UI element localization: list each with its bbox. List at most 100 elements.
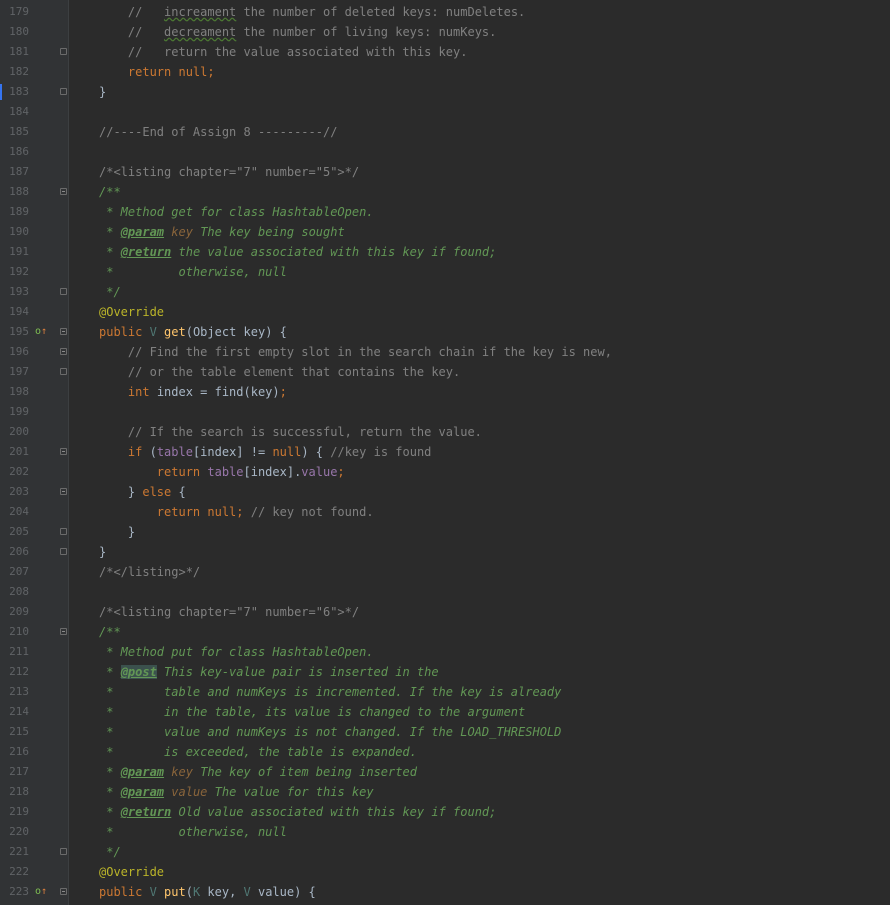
code-text[interactable]: * value and numKeys is not changed. If t… <box>99 722 561 742</box>
code-line[interactable]: 196 // Find the first empty slot in the … <box>0 342 890 362</box>
code-text[interactable]: } else { <box>99 482 186 502</box>
code-text[interactable]: * table and numKeys is incremented. If t… <box>99 682 561 702</box>
code-text[interactable]: * otherwise, null <box>99 822 287 842</box>
code-line[interactable]: 218 * @param value The value for this ke… <box>0 782 890 802</box>
code-line[interactable]: 211 * Method put for class HashtableOpen… <box>0 642 890 662</box>
code-text[interactable]: return table[index].value; <box>99 462 345 482</box>
code-text[interactable]: * @param key The key being sought <box>99 222 344 242</box>
code-text[interactable]: @Override <box>99 302 164 322</box>
code-text[interactable]: @Override <box>99 862 164 882</box>
fold-end-icon[interactable] <box>60 48 67 55</box>
code-text[interactable]: * @param key The key of item being inser… <box>99 762 417 782</box>
code-line[interactable]: 214 * in the table, its value is changed… <box>0 702 890 722</box>
code-text[interactable]: /*</listing>*/ <box>99 562 200 582</box>
code-text[interactable]: // or the table element that contains th… <box>99 362 460 382</box>
code-line[interactable]: 209 /*<listing chapter="7" number="6">*/ <box>0 602 890 622</box>
code-line[interactable]: 180 // decreament the number of living k… <box>0 22 890 42</box>
code-text[interactable]: } <box>99 522 135 542</box>
fold-collapse-icon[interactable] <box>60 628 67 635</box>
fold-collapse-icon[interactable] <box>60 328 67 335</box>
code-line[interactable]: 189 * Method get for class HashtableOpen… <box>0 202 890 222</box>
fold-collapse-icon[interactable] <box>60 448 67 455</box>
code-text[interactable]: // If the search is successful, return t… <box>99 422 482 442</box>
code-text[interactable]: public V put(K key, V value) { <box>99 882 316 902</box>
code-line[interactable]: 208 <box>0 582 890 602</box>
fold-end-icon[interactable] <box>60 368 67 375</box>
code-line[interactable]: 206} <box>0 542 890 562</box>
code-text[interactable]: // return the value associated with this… <box>99 42 468 62</box>
code-line[interactable]: 223 o↑ public V put(K key, V value) { <box>0 882 890 902</box>
code-text[interactable]: public V get(Object key) { <box>99 322 287 342</box>
code-text[interactable]: } <box>99 542 106 562</box>
code-text[interactable]: int index = find(key); <box>99 382 287 402</box>
code-line[interactable]: 221 */ <box>0 842 890 862</box>
code-line[interactable]: 187 /*<listing chapter="7" number="5">*/ <box>0 162 890 182</box>
fold-end-icon[interactable] <box>60 88 67 95</box>
code-text[interactable]: * @return the value associated with this… <box>99 242 496 262</box>
code-line[interactable]: 184 <box>0 102 890 122</box>
code-text[interactable]: return null; // key not found. <box>99 502 374 522</box>
code-text[interactable]: * @post This key-value pair is inserted … <box>99 662 439 682</box>
code-text[interactable]: /** <box>99 622 121 642</box>
code-text[interactable]: * Method put for class HashtableOpen. <box>99 642 373 662</box>
code-text[interactable]: */ <box>99 282 120 302</box>
code-line[interactable]: 213 * table and numKeys is incremented. … <box>0 682 890 702</box>
code-text[interactable]: } <box>99 82 106 102</box>
code-lines[interactable]: 179 // increament the number of deleted … <box>0 2 890 902</box>
code-line[interactable]: 207 /*</listing>*/ <box>0 562 890 582</box>
code-line[interactable]: 194 @Override <box>0 302 890 322</box>
code-line[interactable]: 182 return null; <box>0 62 890 82</box>
code-text[interactable]: * is exceeded, the table is expanded. <box>99 742 417 762</box>
code-line[interactable]: 183} <box>0 82 890 102</box>
code-line[interactable]: 201 if (table[index] != null) { //key is… <box>0 442 890 462</box>
code-text[interactable]: * otherwise, null <box>99 262 287 282</box>
code-line[interactable]: 191 * @return the value associated with … <box>0 242 890 262</box>
code-line[interactable]: 193 */ <box>0 282 890 302</box>
code-line[interactable]: 197 // or the table element that contain… <box>0 362 890 382</box>
code-line[interactable]: 190 * @param key The key being sought <box>0 222 890 242</box>
fold-end-icon[interactable] <box>60 288 67 295</box>
code-text[interactable]: /*<listing chapter="7" number="6">*/ <box>99 602 359 622</box>
code-line[interactable]: 195 o↑ public V get(Object key) { <box>0 322 890 342</box>
code-line[interactable]: 219 * @return Old value associated with … <box>0 802 890 822</box>
fold-end-icon[interactable] <box>60 548 67 555</box>
code-line[interactable]: 220 * otherwise, null <box>0 822 890 842</box>
code-line[interactable]: 212 * @post This key-value pair is inser… <box>0 662 890 682</box>
code-text[interactable]: * Method get for class HashtableOpen. <box>99 202 373 222</box>
code-line[interactable]: 203 } else { <box>0 482 890 502</box>
override-method-icon[interactable]: o↑ <box>34 882 48 902</box>
fold-collapse-icon[interactable] <box>60 888 67 895</box>
fold-collapse-icon[interactable] <box>60 188 67 195</box>
code-line[interactable]: 198 int index = find(key); <box>0 382 890 402</box>
override-method-icon[interactable]: o↑ <box>34 322 48 342</box>
fold-end-icon[interactable] <box>60 848 67 855</box>
code-line[interactable]: 217 * @param key The key of item being i… <box>0 762 890 782</box>
code-text[interactable]: * @param value The value for this key <box>99 782 373 802</box>
code-line[interactable]: 188 /** <box>0 182 890 202</box>
code-line[interactable]: 179 // increament the number of deleted … <box>0 2 890 22</box>
code-line[interactable]: 205 } <box>0 522 890 542</box>
fold-collapse-icon[interactable] <box>60 488 67 495</box>
code-text[interactable]: //----End of Assign 8 ---------// <box>99 122 337 142</box>
code-text[interactable]: // decreament the number of living keys:… <box>99 22 496 42</box>
code-text[interactable]: /** <box>99 182 121 202</box>
code-line[interactable]: 186 <box>0 142 890 162</box>
code-line[interactable]: 202 return table[index].value; <box>0 462 890 482</box>
code-editor[interactable]: 179 // increament the number of deleted … <box>0 0 890 905</box>
code-line[interactable]: 192 * otherwise, null <box>0 262 890 282</box>
code-line[interactable]: 204 return null; // key not found. <box>0 502 890 522</box>
code-text[interactable]: /*<listing chapter="7" number="5">*/ <box>99 162 359 182</box>
code-line[interactable]: 216 * is exceeded, the table is expanded… <box>0 742 890 762</box>
code-text[interactable]: // increament the number of deleted keys… <box>99 2 525 22</box>
code-line[interactable]: 215 * value and numKeys is not changed. … <box>0 722 890 742</box>
code-line[interactable]: 185 //----End of Assign 8 ---------// <box>0 122 890 142</box>
code-text[interactable]: if (table[index] != null) { //key is fou… <box>99 442 432 462</box>
code-text[interactable]: */ <box>99 842 120 862</box>
code-text[interactable]: // Find the first empty slot in the sear… <box>99 342 612 362</box>
code-line[interactable]: 210 /** <box>0 622 890 642</box>
code-line[interactable]: 200 // If the search is successful, retu… <box>0 422 890 442</box>
code-line[interactable]: 181 // return the value associated with … <box>0 42 890 62</box>
code-line[interactable]: 199 <box>0 402 890 422</box>
code-line[interactable]: 222 @Override <box>0 862 890 882</box>
code-text[interactable]: * in the table, its value is changed to … <box>99 702 525 722</box>
